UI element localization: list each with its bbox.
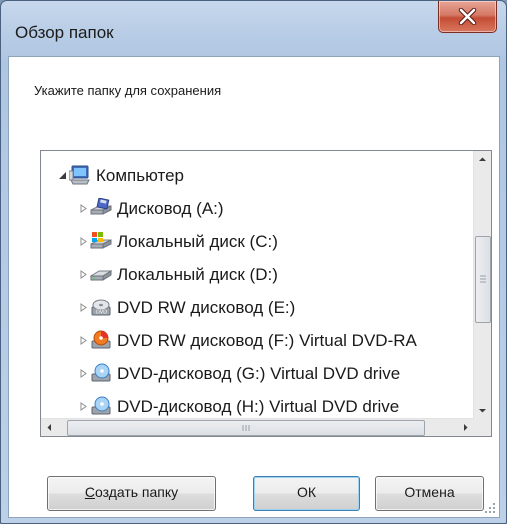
horizontal-scrollbar[interactable] [41, 418, 474, 436]
folder-tree-viewport: Компьютер Дисковод (A:) Локальный диск (… [41, 151, 473, 418]
hard-drive-icon [90, 270, 112, 281]
close-button[interactable] [438, 1, 497, 33]
tree-item-label: DVD RW дисковод (F:) Virtual DVD-RA [117, 331, 417, 350]
tree-item-label: DVD RW дисковод (E:) [117, 298, 296, 317]
svg-text:DVD: DVD [96, 310, 107, 316]
floppy-drive-icon [90, 198, 112, 215]
dialog-body: Укажите папку для сохранения Компьютер Д… [8, 56, 500, 518]
arrow-left-icon [47, 424, 51, 431]
dvd-drive-icon [91, 396, 111, 415]
expanded-arrow-icon[interactable] [58, 171, 67, 180]
folder-browser-dialog: Обзор папок Укажите папку для сохранения [0, 0, 507, 524]
ok-button[interactable]: ОК [253, 476, 360, 511]
collapsed-arrow-icon[interactable] [79, 336, 88, 345]
dvd-rw-drive-icon: DVD [91, 299, 111, 316]
cancel-button-label: Отмена [404, 484, 455, 500]
system-drive-icon [90, 232, 112, 249]
ok-button-label: ОК [296, 484, 317, 500]
vertical-scroll-thumb[interactable] [475, 236, 491, 323]
collapsed-arrow-icon[interactable] [79, 303, 88, 312]
tree-item-label: Дисковод (A:) [117, 199, 224, 218]
new-folder-button[interactable]: Создать папку [47, 476, 216, 511]
dvd-rw-drive-icon [91, 330, 111, 349]
horizontal-scroll-thumb[interactable] [67, 420, 425, 436]
tree-item-label: Локальный диск (D:) [117, 265, 278, 284]
cancel-button[interactable]: Отмена [375, 476, 484, 511]
computer-icon [69, 165, 90, 185]
grip-icon [480, 275, 486, 283]
arrow-up-icon [479, 157, 486, 161]
dvd-drive-icon [91, 363, 111, 382]
folder-tree[interactable]: Компьютер Дисковод (A:) Локальный диск (… [40, 150, 492, 437]
tree-item-label: DVD-дисковод (G:) Virtual DVD drive [117, 364, 401, 383]
collapsed-arrow-icon[interactable] [79, 270, 88, 279]
scrollbar-corner [474, 419, 491, 436]
collapsed-arrow-icon[interactable] [79, 402, 88, 411]
scroll-right-button[interactable] [457, 419, 474, 436]
arrow-right-icon [464, 424, 468, 431]
collapsed-arrow-icon[interactable] [79, 369, 88, 378]
window-title: Обзор папок [15, 23, 114, 42]
scroll-down-button[interactable] [474, 402, 491, 419]
tree-item-label: DVD-дисковод (H:) Virtual DVD drive [117, 397, 400, 416]
new-folder-button-label: оздать папку [94, 484, 179, 500]
tree-item-label: Локальный диск (C:) [117, 232, 278, 251]
collapsed-arrow-icon[interactable] [79, 204, 88, 213]
title-bar[interactable]: Обзор папок [1, 1, 506, 55]
collapsed-arrow-icon[interactable] [79, 237, 88, 246]
grip-icon [242, 425, 250, 431]
scroll-up-button[interactable] [474, 151, 491, 168]
new-folder-button-accelerator: С [84, 484, 95, 500]
instruction-text: Укажите папку для сохранения [34, 83, 222, 98]
resize-grip-icon[interactable] [484, 502, 496, 514]
scroll-left-button[interactable] [41, 419, 58, 436]
vertical-scrollbar[interactable] [473, 151, 491, 419]
close-icon [458, 8, 477, 25]
tree-item-label: Компьютер [96, 166, 184, 185]
arrow-down-icon [479, 409, 486, 413]
